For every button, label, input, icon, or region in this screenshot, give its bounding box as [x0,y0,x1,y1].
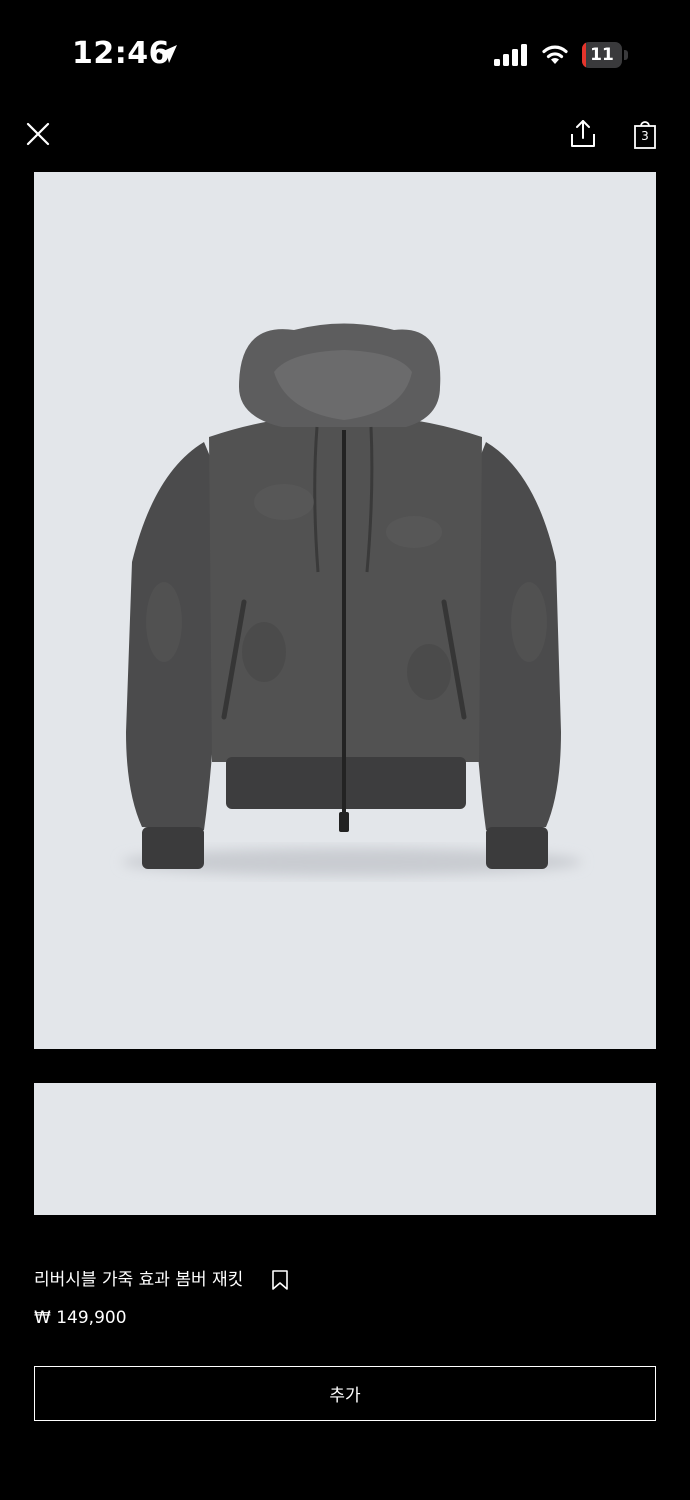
signal-bars-icon [494,44,527,66]
bookmark-icon[interactable] [271,1269,289,1291]
product-image[interactable] [34,172,656,1049]
battery-icon: 11 [582,42,628,68]
product-title: 리버시블 가죽 효과 봄버 재킷 [34,1270,244,1290]
shopping-bag-button[interactable]: 3 [632,120,658,150]
jacket-image [122,323,582,876]
product-image-secondary[interactable] [34,1083,656,1215]
add-to-cart-button[interactable]: 추가 [34,1366,656,1421]
wifi-icon [542,45,568,64]
status-bar: 12:46 11 [0,0,690,110]
bag-count: 3 [641,129,649,143]
product-price: ₩ 149,900 [34,1308,127,1328]
battery-level: 11 [590,45,614,65]
close-icon[interactable] [24,120,52,148]
nav-bar: 3 [0,110,690,162]
battery-body: 11 [582,42,622,68]
share-icon[interactable] [568,118,598,150]
location-arrow-icon [159,45,177,63]
battery-tip [624,50,628,60]
